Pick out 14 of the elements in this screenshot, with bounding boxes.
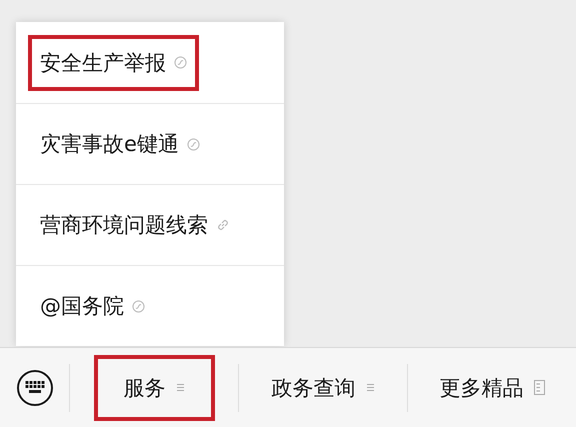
page-icon	[534, 380, 544, 395]
mini-program-icon	[132, 300, 145, 312]
menu-item[interactable]: 安全生产举报	[40, 48, 166, 76]
menu-icon	[176, 383, 184, 392]
mini-program-icon	[186, 138, 200, 150]
menu-tab[interactable]: 更多精品	[440, 374, 524, 402]
menu-tab[interactable]: 服务	[124, 374, 166, 402]
menu-item[interactable]: 灾害事故e键通	[40, 130, 179, 158]
menu-item[interactable]: @国务院	[40, 292, 124, 320]
menu-tab[interactable]: 政务查询	[272, 374, 356, 402]
link-icon	[216, 218, 230, 232]
mini-program-icon	[174, 56, 187, 69]
menu-item[interactable]: 营商环境问题线索	[40, 211, 208, 239]
menu-icon	[366, 383, 374, 392]
